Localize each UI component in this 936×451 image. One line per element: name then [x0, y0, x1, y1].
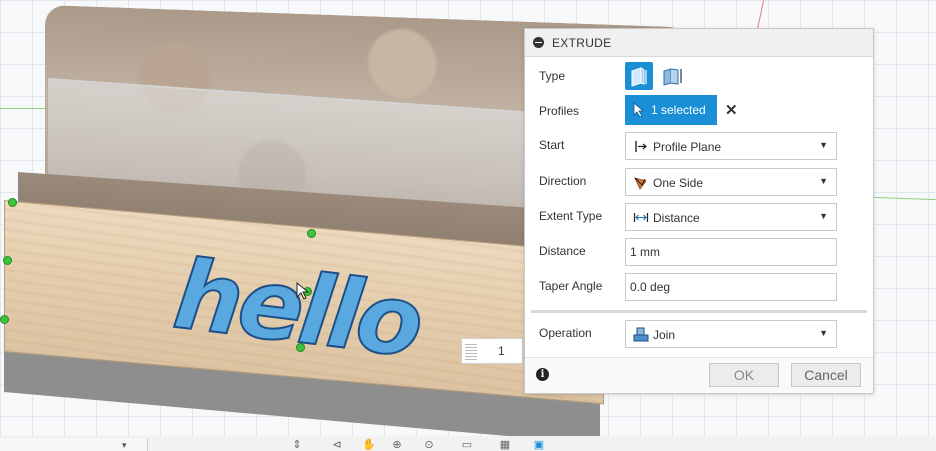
extent-type-row: Extent Type Distance ▼ — [525, 200, 873, 234]
surface-extrude-icon — [663, 68, 682, 86]
profiles-label: Profiles — [539, 104, 580, 118]
info-icon[interactable]: i — [536, 368, 549, 381]
divider — [531, 310, 867, 313]
chevron-down-icon: ▼ — [819, 140, 828, 150]
ok-button[interactable]: OK — [709, 363, 779, 387]
extrude-dialog: EXTRUDE Type Profiles 1 selected ✕ Start… — [524, 28, 874, 394]
taper-angle-label: Taper Angle — [539, 279, 603, 293]
viewports-icon[interactable]: ▣ — [532, 440, 546, 451]
start-value: Profile Plane — [653, 140, 722, 154]
pan-icon[interactable]: ✋ — [362, 440, 376, 451]
cancel-button[interactable]: Cancel — [791, 363, 861, 387]
distance-icon — [633, 213, 649, 222]
solid-extrude-button[interactable] — [625, 62, 653, 90]
chevron-down-icon: ▼ — [819, 211, 828, 221]
zoom-icon[interactable]: ⊕ — [390, 440, 404, 451]
extent-type-label: Extent Type — [539, 209, 603, 223]
direction-value: One Side — [653, 176, 704, 190]
start-select[interactable]: Profile Plane ▼ — [625, 132, 837, 160]
operation-select[interactable]: Join ▼ — [625, 320, 837, 348]
red-axis-line — [756, 0, 765, 30]
start-row: Start Profile Plane ▼ — [525, 129, 873, 163]
dialog-title: EXTRUDE — [552, 35, 612, 50]
profile-plane-icon — [635, 141, 647, 152]
type-row: Type — [525, 60, 873, 94]
chevron-down-icon: ▼ — [819, 176, 828, 186]
edge-handle[interactable] — [296, 343, 305, 352]
direction-select[interactable]: One Side ▼ — [625, 168, 837, 196]
type-label: Type — [539, 69, 566, 83]
profiles-selection-count: 1 selected — [651, 103, 706, 117]
edge-handle[interactable] — [307, 229, 316, 238]
dialog-header[interactable]: EXTRUDE — [525, 29, 873, 57]
dialog-footer: i OK Cancel — [525, 357, 873, 393]
distance-manipulator-input[interactable]: 1 — [461, 338, 523, 364]
taper-angle-row: Taper Angle — [525, 270, 873, 304]
taper-angle-input[interactable] — [625, 273, 837, 301]
distance-label: Distance — [539, 244, 586, 258]
grid-settings-icon[interactable]: ▦ — [498, 440, 512, 451]
operation-label: Operation — [539, 326, 592, 340]
look-at-icon[interactable]: ⊲ — [330, 440, 344, 451]
start-label: Start — [539, 138, 565, 152]
operation-value: Join — [653, 328, 676, 342]
direction-row: Direction One Side ▼ — [525, 165, 873, 199]
distance-input[interactable] — [625, 238, 837, 266]
select-pointer-icon — [633, 102, 645, 118]
one-side-icon — [634, 177, 647, 190]
edge-handle[interactable] — [8, 198, 17, 207]
fit-icon[interactable]: ⊙ — [422, 440, 436, 451]
profiles-selection-button[interactable]: 1 selected — [625, 95, 717, 125]
chevron-down-icon[interactable]: ▾ — [122, 440, 127, 451]
orbit-icon[interactable]: ⇕ — [290, 440, 304, 451]
green-axis-line-right — [874, 196, 936, 201]
distance-row: Distance — [525, 235, 873, 269]
extent-type-select[interactable]: Distance ▼ — [625, 203, 837, 231]
operation-row: Operation Join ▼ — [525, 317, 873, 351]
extent-type-value: Distance — [653, 211, 700, 225]
edge-handle[interactable] — [3, 256, 12, 265]
mouse-pointer-icon — [296, 282, 310, 300]
minus-circle-icon[interactable] — [533, 37, 544, 48]
join-icon — [633, 327, 649, 342]
surface-extrude-button[interactable] — [659, 62, 687, 90]
close-icon[interactable]: ✕ — [725, 101, 738, 119]
direction-label: Direction — [539, 174, 587, 188]
edge-handle[interactable] — [0, 315, 9, 324]
chevron-down-icon: ▼ — [819, 328, 828, 338]
profiles-row: Profiles 1 selected ✕ — [525, 95, 873, 129]
solid-extrude-icon — [631, 67, 647, 87]
display-settings-icon[interactable]: ▭ — [460, 440, 474, 451]
